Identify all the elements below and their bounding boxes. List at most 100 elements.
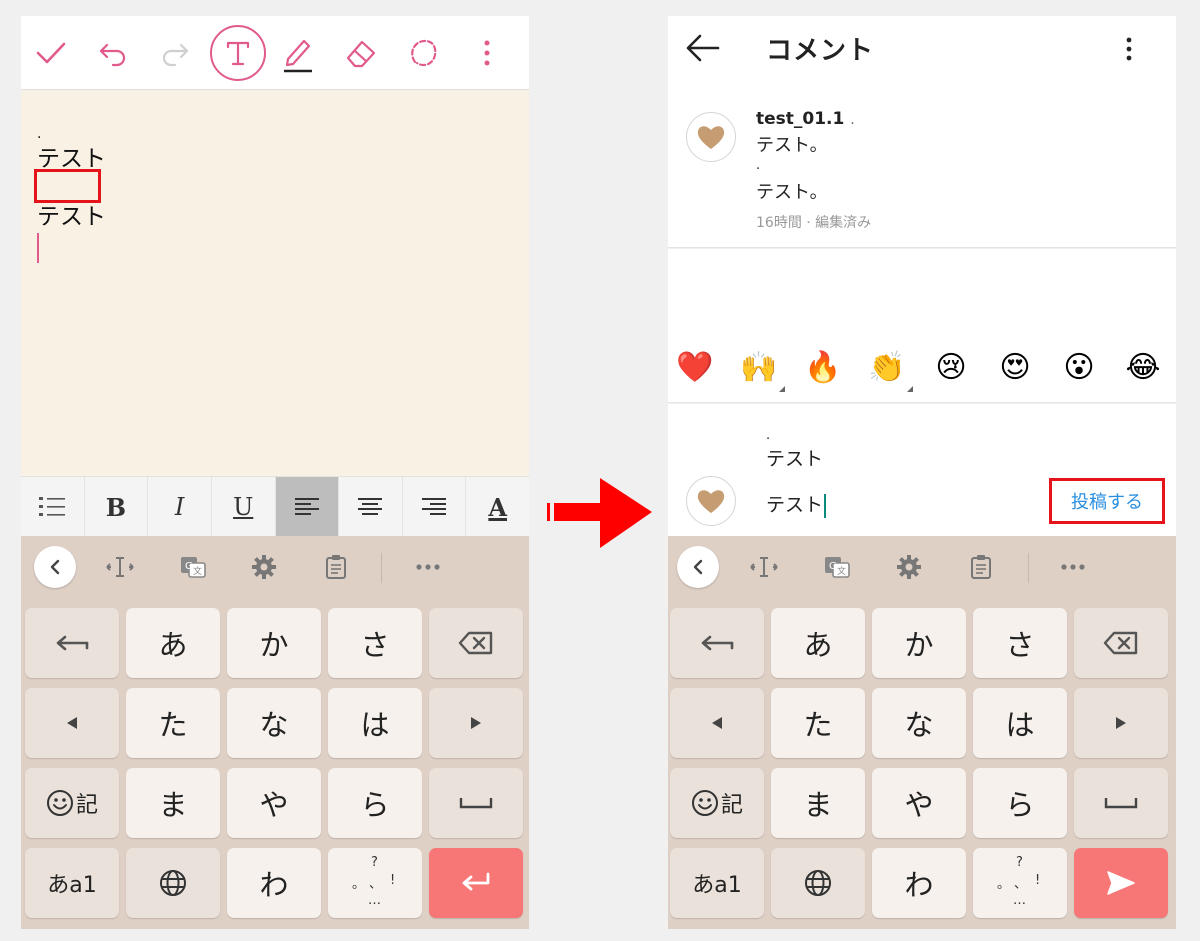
- key-sa[interactable]: さ: [973, 608, 1067, 678]
- key-ha[interactable]: は: [973, 688, 1067, 758]
- transition-arrow: [545, 474, 655, 558]
- comment-input[interactable]: テスト: [766, 490, 827, 518]
- input-mode-label: あa1: [47, 873, 97, 898]
- variant-indicator: [779, 386, 785, 392]
- input-mode-key[interactable]: あa1: [25, 848, 119, 918]
- punctuation-key[interactable]: ? 。 、 ! …: [973, 848, 1067, 918]
- emoji-clap[interactable]: 👏: [867, 348, 913, 392]
- emoji-crying[interactable]: 😢: [931, 348, 971, 388]
- backspace-left-key[interactable]: [25, 608, 119, 678]
- cursor-left-key[interactable]: [25, 688, 119, 758]
- redo-icon[interactable]: [153, 31, 197, 75]
- key-ma[interactable]: ま: [771, 768, 865, 838]
- lasso-icon[interactable]: [402, 31, 446, 75]
- cursor-move-icon[interactable]: [743, 546, 785, 588]
- translate-icon[interactable]: G文: [816, 546, 858, 588]
- key-ha[interactable]: は: [328, 688, 422, 758]
- send-key[interactable]: [1074, 848, 1168, 918]
- gear-icon[interactable]: [243, 546, 285, 588]
- comment-username[interactable]: test_01.1 .: [756, 109, 855, 129]
- emoji-symbol-key[interactable]: 記: [670, 768, 764, 838]
- delete-key[interactable]: [1074, 608, 1168, 678]
- chevron-left-icon[interactable]: [677, 546, 719, 588]
- bold-button[interactable]: B: [85, 477, 149, 537]
- more-horiz-icon[interactable]: [407, 546, 449, 588]
- backspace-left-key[interactable]: [670, 608, 764, 678]
- emoji-key-label: 記: [75, 793, 98, 818]
- key-ka[interactable]: か: [872, 608, 966, 678]
- italic-button[interactable]: I: [148, 477, 212, 537]
- more-horiz-icon[interactable]: [1052, 546, 1094, 588]
- key-ra[interactable]: ら: [328, 768, 422, 838]
- input-mode-key[interactable]: あa1: [670, 848, 764, 918]
- text-tool-icon[interactable]: [210, 25, 266, 81]
- note-text-area[interactable]: . テスト テスト: [21, 91, 529, 476]
- note-app-panel: . テスト テスト B I U A G 文 あ か さ た な は 記 ま や …: [21, 16, 529, 929]
- key-wa[interactable]: わ: [227, 848, 321, 918]
- arrow-back-icon[interactable]: [684, 33, 720, 67]
- key-ma[interactable]: ま: [126, 768, 220, 838]
- key-sa[interactable]: さ: [328, 608, 422, 678]
- gear-icon[interactable]: [888, 546, 930, 588]
- text-color-button[interactable]: A: [466, 477, 529, 537]
- key-ta[interactable]: た: [771, 688, 865, 758]
- period-mark: 。: [352, 877, 366, 892]
- underline-button[interactable]: U: [212, 477, 276, 537]
- key-ta[interactable]: た: [126, 688, 220, 758]
- clipboard-icon[interactable]: [315, 546, 357, 588]
- comment-text-line: テスト。: [756, 135, 828, 156]
- cursor-left-key[interactable]: [670, 688, 764, 758]
- input-dot-line: .: [766, 428, 771, 443]
- emoji-symbol-key[interactable]: 記: [25, 768, 119, 838]
- punctuation-key[interactable]: ? 。 、 ! …: [328, 848, 422, 918]
- pen-tool-icon[interactable]: [276, 31, 320, 75]
- post-button[interactable]: 投稿する: [1049, 478, 1165, 524]
- more-vert-icon[interactable]: [1124, 36, 1134, 66]
- translate-icon[interactable]: G文: [172, 546, 214, 588]
- globe-key[interactable]: [126, 848, 220, 918]
- key-wa[interactable]: わ: [872, 848, 966, 918]
- align-left-button[interactable]: [275, 477, 340, 537]
- key-ya[interactable]: や: [227, 768, 321, 838]
- key-a[interactable]: あ: [126, 608, 220, 678]
- emoji-fire[interactable]: 🔥: [803, 348, 843, 388]
- undo-icon[interactable]: [91, 31, 135, 75]
- cursor-right-key[interactable]: [1074, 688, 1168, 758]
- avatar: [686, 476, 736, 526]
- text-cursor: [824, 493, 827, 518]
- svg-text:文: 文: [193, 565, 202, 577]
- align-center-button[interactable]: [339, 477, 403, 537]
- more-vert-icon[interactable]: [465, 31, 509, 75]
- key-a[interactable]: あ: [771, 608, 865, 678]
- bold-label: B: [105, 492, 127, 522]
- ellipsis-mark: …: [368, 893, 381, 908]
- key-na[interactable]: な: [227, 688, 321, 758]
- eraser-icon[interactable]: [339, 31, 383, 75]
- punctuation-glyphs: ? 。 、 ! …: [350, 855, 400, 911]
- key-ka[interactable]: か: [227, 608, 321, 678]
- space-key[interactable]: [429, 768, 523, 838]
- align-right-button[interactable]: [403, 477, 467, 537]
- enter-key[interactable]: [429, 848, 523, 918]
- check-icon[interactable]: [29, 31, 73, 75]
- chevron-left-icon[interactable]: [34, 546, 76, 588]
- key-ya[interactable]: や: [872, 768, 966, 838]
- space-key[interactable]: [1074, 768, 1168, 838]
- emoji-key-label: 記: [720, 793, 743, 818]
- cursor-right-key[interactable]: [429, 688, 523, 758]
- emoji-laughing[interactable]: 😂: [1123, 348, 1163, 388]
- globe-key[interactable]: [771, 848, 865, 918]
- delete-key[interactable]: [429, 608, 523, 678]
- emoji-surprised[interactable]: 😮: [1059, 348, 1099, 388]
- cursor-move-icon[interactable]: [99, 546, 141, 588]
- key-ra[interactable]: ら: [973, 768, 1067, 838]
- note-dot-line: .: [37, 126, 42, 142]
- key-na[interactable]: な: [872, 688, 966, 758]
- bullet-list-button[interactable]: [21, 477, 85, 537]
- emoji-raised-hands[interactable]: 🙌: [739, 348, 785, 392]
- emoji-heart[interactable]: ❤️: [675, 348, 715, 388]
- comment-input-area[interactable]: . テスト テスト 投稿する: [668, 404, 1176, 536]
- avatar[interactable]: [686, 112, 736, 162]
- emoji-heart-eyes[interactable]: 😍: [995, 348, 1035, 388]
- clipboard-icon[interactable]: [960, 546, 1002, 588]
